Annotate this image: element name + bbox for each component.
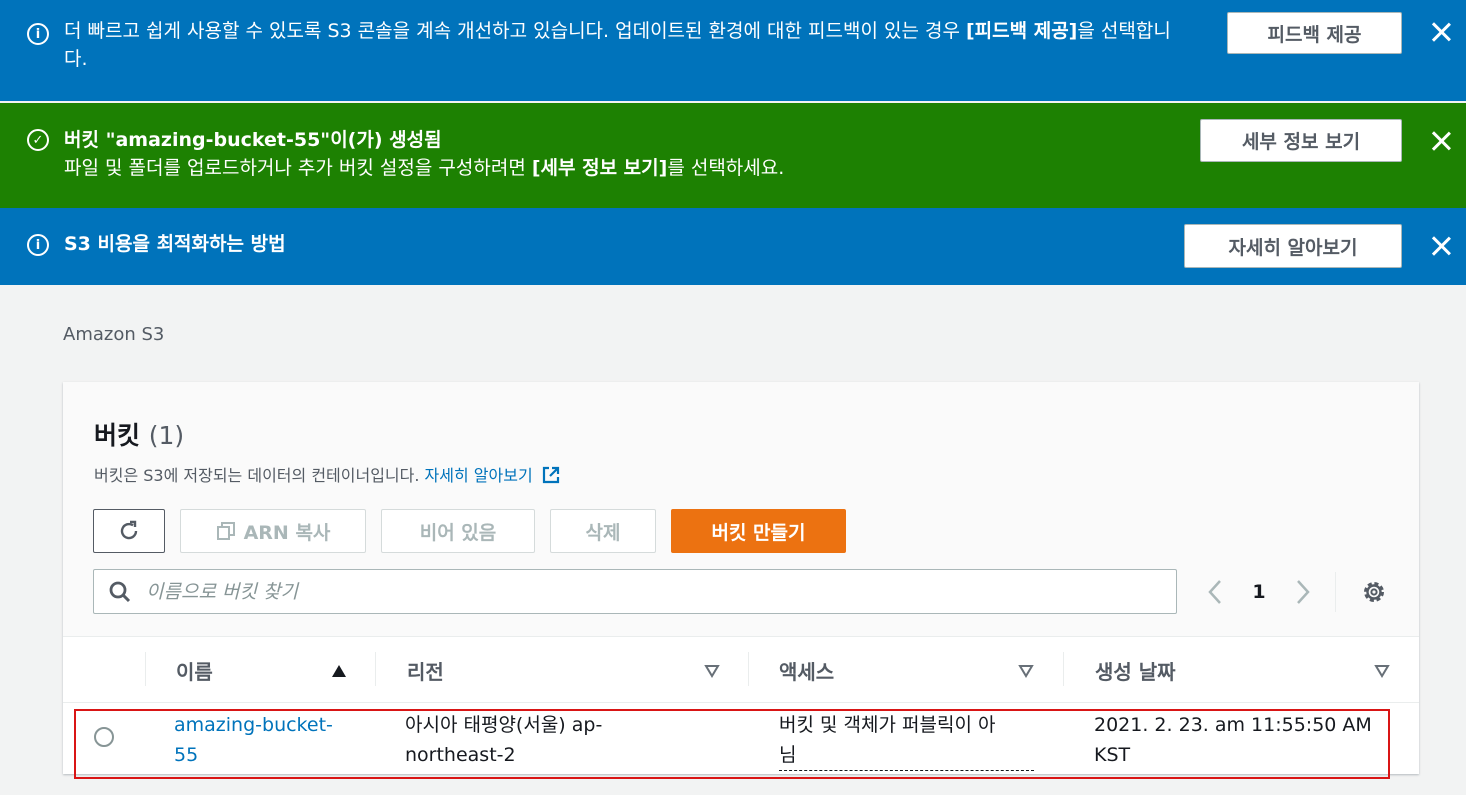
feedback-link: [피드백 제공] [965, 20, 1078, 42]
search-icon [109, 581, 131, 603]
search-box[interactable] [93, 569, 1177, 614]
column-header-name[interactable]: 이름 [176, 638, 213, 702]
refresh-icon [120, 520, 138, 540]
check-circle-icon: ✓ [27, 129, 49, 151]
external-link-icon[interactable] [541, 465, 561, 485]
column-header-access[interactable]: 액세스 [779, 638, 834, 702]
bucket-created-title: 버킷 "amazing-bucket-55"이(가) 생성됨 [64, 129, 442, 151]
cost-title: S3 비용을 최적화하는 방법 [64, 233, 286, 255]
column-divider [748, 652, 749, 686]
chevron-left-icon[interactable] [1201, 572, 1229, 612]
feedback-flashbar: i 더 빠르고 쉽게 사용할 수 있도록 S3 콘솔을 계속 개선하고 있습니다… [0, 0, 1466, 101]
page-title: 버킷 (1) [94, 421, 185, 450]
sort-icon[interactable] [704, 664, 720, 678]
learn-more-link[interactable]: 자세히 알아보기 [425, 466, 533, 485]
column-header-created[interactable]: 생성 날짜 [1095, 638, 1176, 702]
panel-header: 버킷 (1) 버킷은 S3에 저장되는 데이터의 컨테이너입니다. 자세히 알아… [63, 382, 1419, 637]
delete-button[interactable]: 삭제 [550, 509, 656, 553]
copy-arn-button[interactable]: ARN 복사 [180, 509, 366, 553]
feedback-message: 더 빠르고 쉽게 사용할 수 있도록 S3 콘솔을 계속 개선하고 있습니다. … [64, 20, 1171, 70]
sort-ascending-icon[interactable] [331, 664, 347, 678]
view-details-link: [세부 정보 보기] [531, 157, 668, 179]
sort-icon[interactable] [1374, 664, 1390, 678]
view-details-button[interactable]: 세부 정보 보기 [1200, 119, 1402, 162]
sort-icon[interactable] [1018, 664, 1034, 678]
row-highlight-box [74, 709, 1390, 779]
create-bucket-button[interactable]: 버킷 만들기 [671, 509, 846, 553]
panel-description: 버킷은 S3에 저장되는 데이터의 컨테이너입니다. 자세히 알아보기 [94, 462, 561, 486]
bucket-created-flashbar: ✓ 버킷 "amazing-bucket-55"이(가) 생성됨 파일 및 폴더… [0, 103, 1466, 208]
column-divider [1063, 652, 1064, 686]
refresh-button[interactable] [93, 509, 165, 553]
bucket-created-message: 버킷 "amazing-bucket-55"이(가) 생성됨 파일 및 폴더를 … [64, 126, 1184, 182]
learn-more-button[interactable]: 자세히 알아보기 [1184, 224, 1402, 268]
column-header-region[interactable]: 리전 [407, 638, 444, 702]
pager-divider [1335, 572, 1336, 612]
breadcrumb[interactable]: Amazon S3 [63, 324, 164, 345]
cost-flashbar: i S3 비용을 최적화하는 방법 자세히 알아보기 [0, 208, 1466, 285]
close-icon[interactable] [1428, 128, 1454, 154]
page-number[interactable]: 1 [1246, 572, 1272, 612]
chevron-right-icon[interactable] [1289, 572, 1317, 612]
column-divider [375, 652, 376, 686]
bucket-count: (1) [148, 421, 185, 450]
feedback-button[interactable]: 피드백 제공 [1227, 12, 1402, 54]
close-icon[interactable] [1428, 19, 1454, 45]
column-divider [145, 652, 146, 686]
gear-icon[interactable] [1359, 577, 1389, 607]
close-icon[interactable] [1428, 233, 1454, 259]
copy-icon [216, 522, 235, 540]
empty-button[interactable]: 비어 있음 [381, 509, 535, 553]
info-icon: i [27, 234, 49, 256]
info-icon: i [27, 23, 49, 45]
search-input[interactable] [146, 570, 1166, 613]
